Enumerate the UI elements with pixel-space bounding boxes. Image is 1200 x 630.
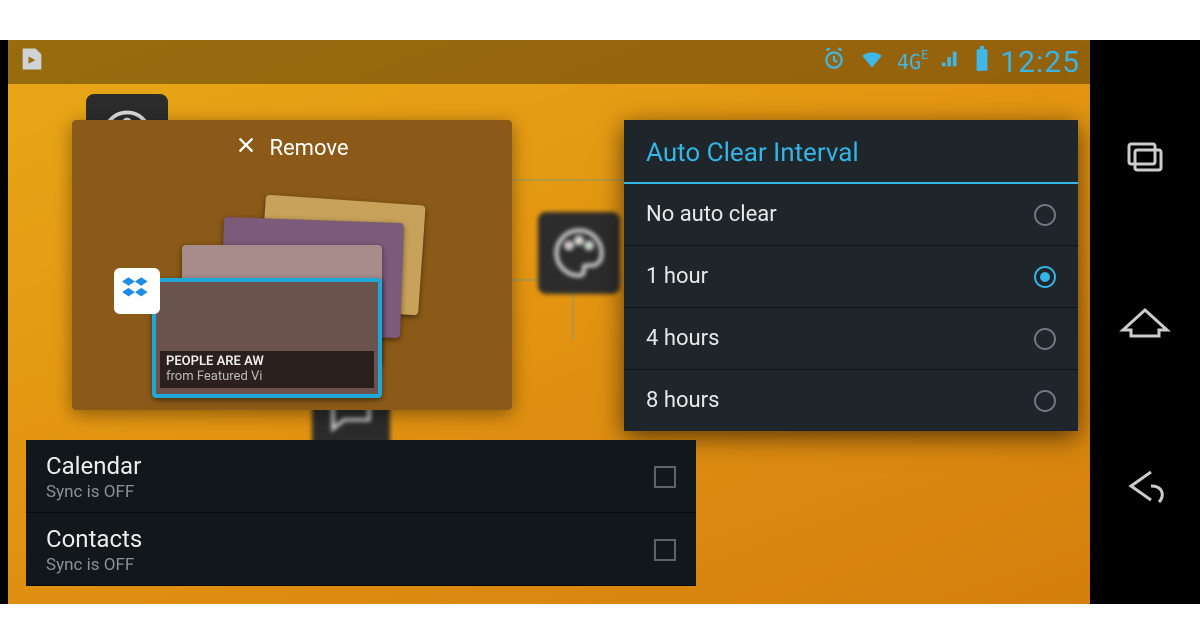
option-label: 1 hour — [646, 264, 708, 289]
sync-item-title: Contacts — [46, 525, 142, 553]
network-4g-label: 4G — [897, 50, 921, 74]
network-sub-label: E — [921, 48, 928, 62]
stack-card-front[interactable]: PEOPLE ARE AW from Featured Vi — [152, 278, 382, 398]
dialog-option-1-hour[interactable]: 1 hour — [624, 246, 1078, 308]
dropbox-icon — [114, 268, 160, 314]
dialog-option-4-hours[interactable]: 4 hours — [624, 308, 1078, 370]
remove-action[interactable]: Remove — [72, 120, 512, 176]
nav-bar — [1090, 40, 1200, 604]
radio-icon — [1034, 390, 1056, 412]
palette-icon — [538, 212, 620, 294]
alarm-icon — [821, 46, 847, 78]
checkbox-icon[interactable] — [654, 466, 676, 488]
dialog-title: Auto Clear Interval — [624, 120, 1078, 184]
home-button[interactable] — [1117, 300, 1173, 344]
video-subtitle: from Featured Vi — [166, 370, 368, 384]
battery-icon — [974, 46, 990, 78]
sync-item-subtitle: Sync is OFF — [46, 482, 141, 502]
back-button[interactable] — [1117, 464, 1173, 508]
option-label: No auto clear — [646, 202, 777, 227]
wifi-icon — [857, 46, 887, 78]
sync-item-contacts[interactable]: Contacts Sync is OFF — [26, 513, 696, 586]
recent-stack[interactable]: PEOPLE ARE AW from Featured Vi — [162, 200, 442, 380]
close-icon — [235, 134, 257, 162]
status-bar: 4GE 12:25 — [8, 40, 1090, 84]
sync-settings-panel: Calendar Sync is OFF Contacts Sync is OF… — [26, 440, 696, 586]
recents-button[interactable] — [1117, 136, 1173, 180]
sync-item-title: Calendar — [46, 452, 141, 480]
remove-panel: Remove PEOPLE ARE AW from Featured Vi — [72, 120, 512, 410]
network-type-label: 4GE — [897, 50, 928, 74]
radio-icon — [1034, 204, 1056, 226]
sync-item-calendar[interactable]: Calendar Sync is OFF — [26, 440, 696, 513]
checkbox-icon[interactable] — [654, 539, 676, 561]
device-frame: 4GE 12:25 — [0, 40, 1200, 604]
option-label: 4 hours — [646, 326, 719, 351]
play-store-icon — [18, 45, 46, 79]
signal-icon — [938, 48, 964, 76]
option-label: 8 hours — [646, 388, 719, 413]
sync-item-subtitle: Sync is OFF — [46, 555, 142, 575]
video-title: PEOPLE ARE AW — [166, 355, 368, 369]
dialog-option-8-hours[interactable]: 8 hours — [624, 370, 1078, 431]
remove-label: Remove — [269, 136, 348, 161]
screen: 4GE 12:25 — [8, 40, 1090, 604]
dialog-option-no-auto-clear[interactable]: No auto clear — [624, 184, 1078, 246]
auto-clear-dialog: Auto Clear Interval No auto clear 1 hour… — [624, 120, 1078, 431]
radio-icon — [1034, 328, 1056, 350]
radio-icon — [1034, 266, 1056, 288]
clock: 12:25 — [1000, 45, 1080, 80]
